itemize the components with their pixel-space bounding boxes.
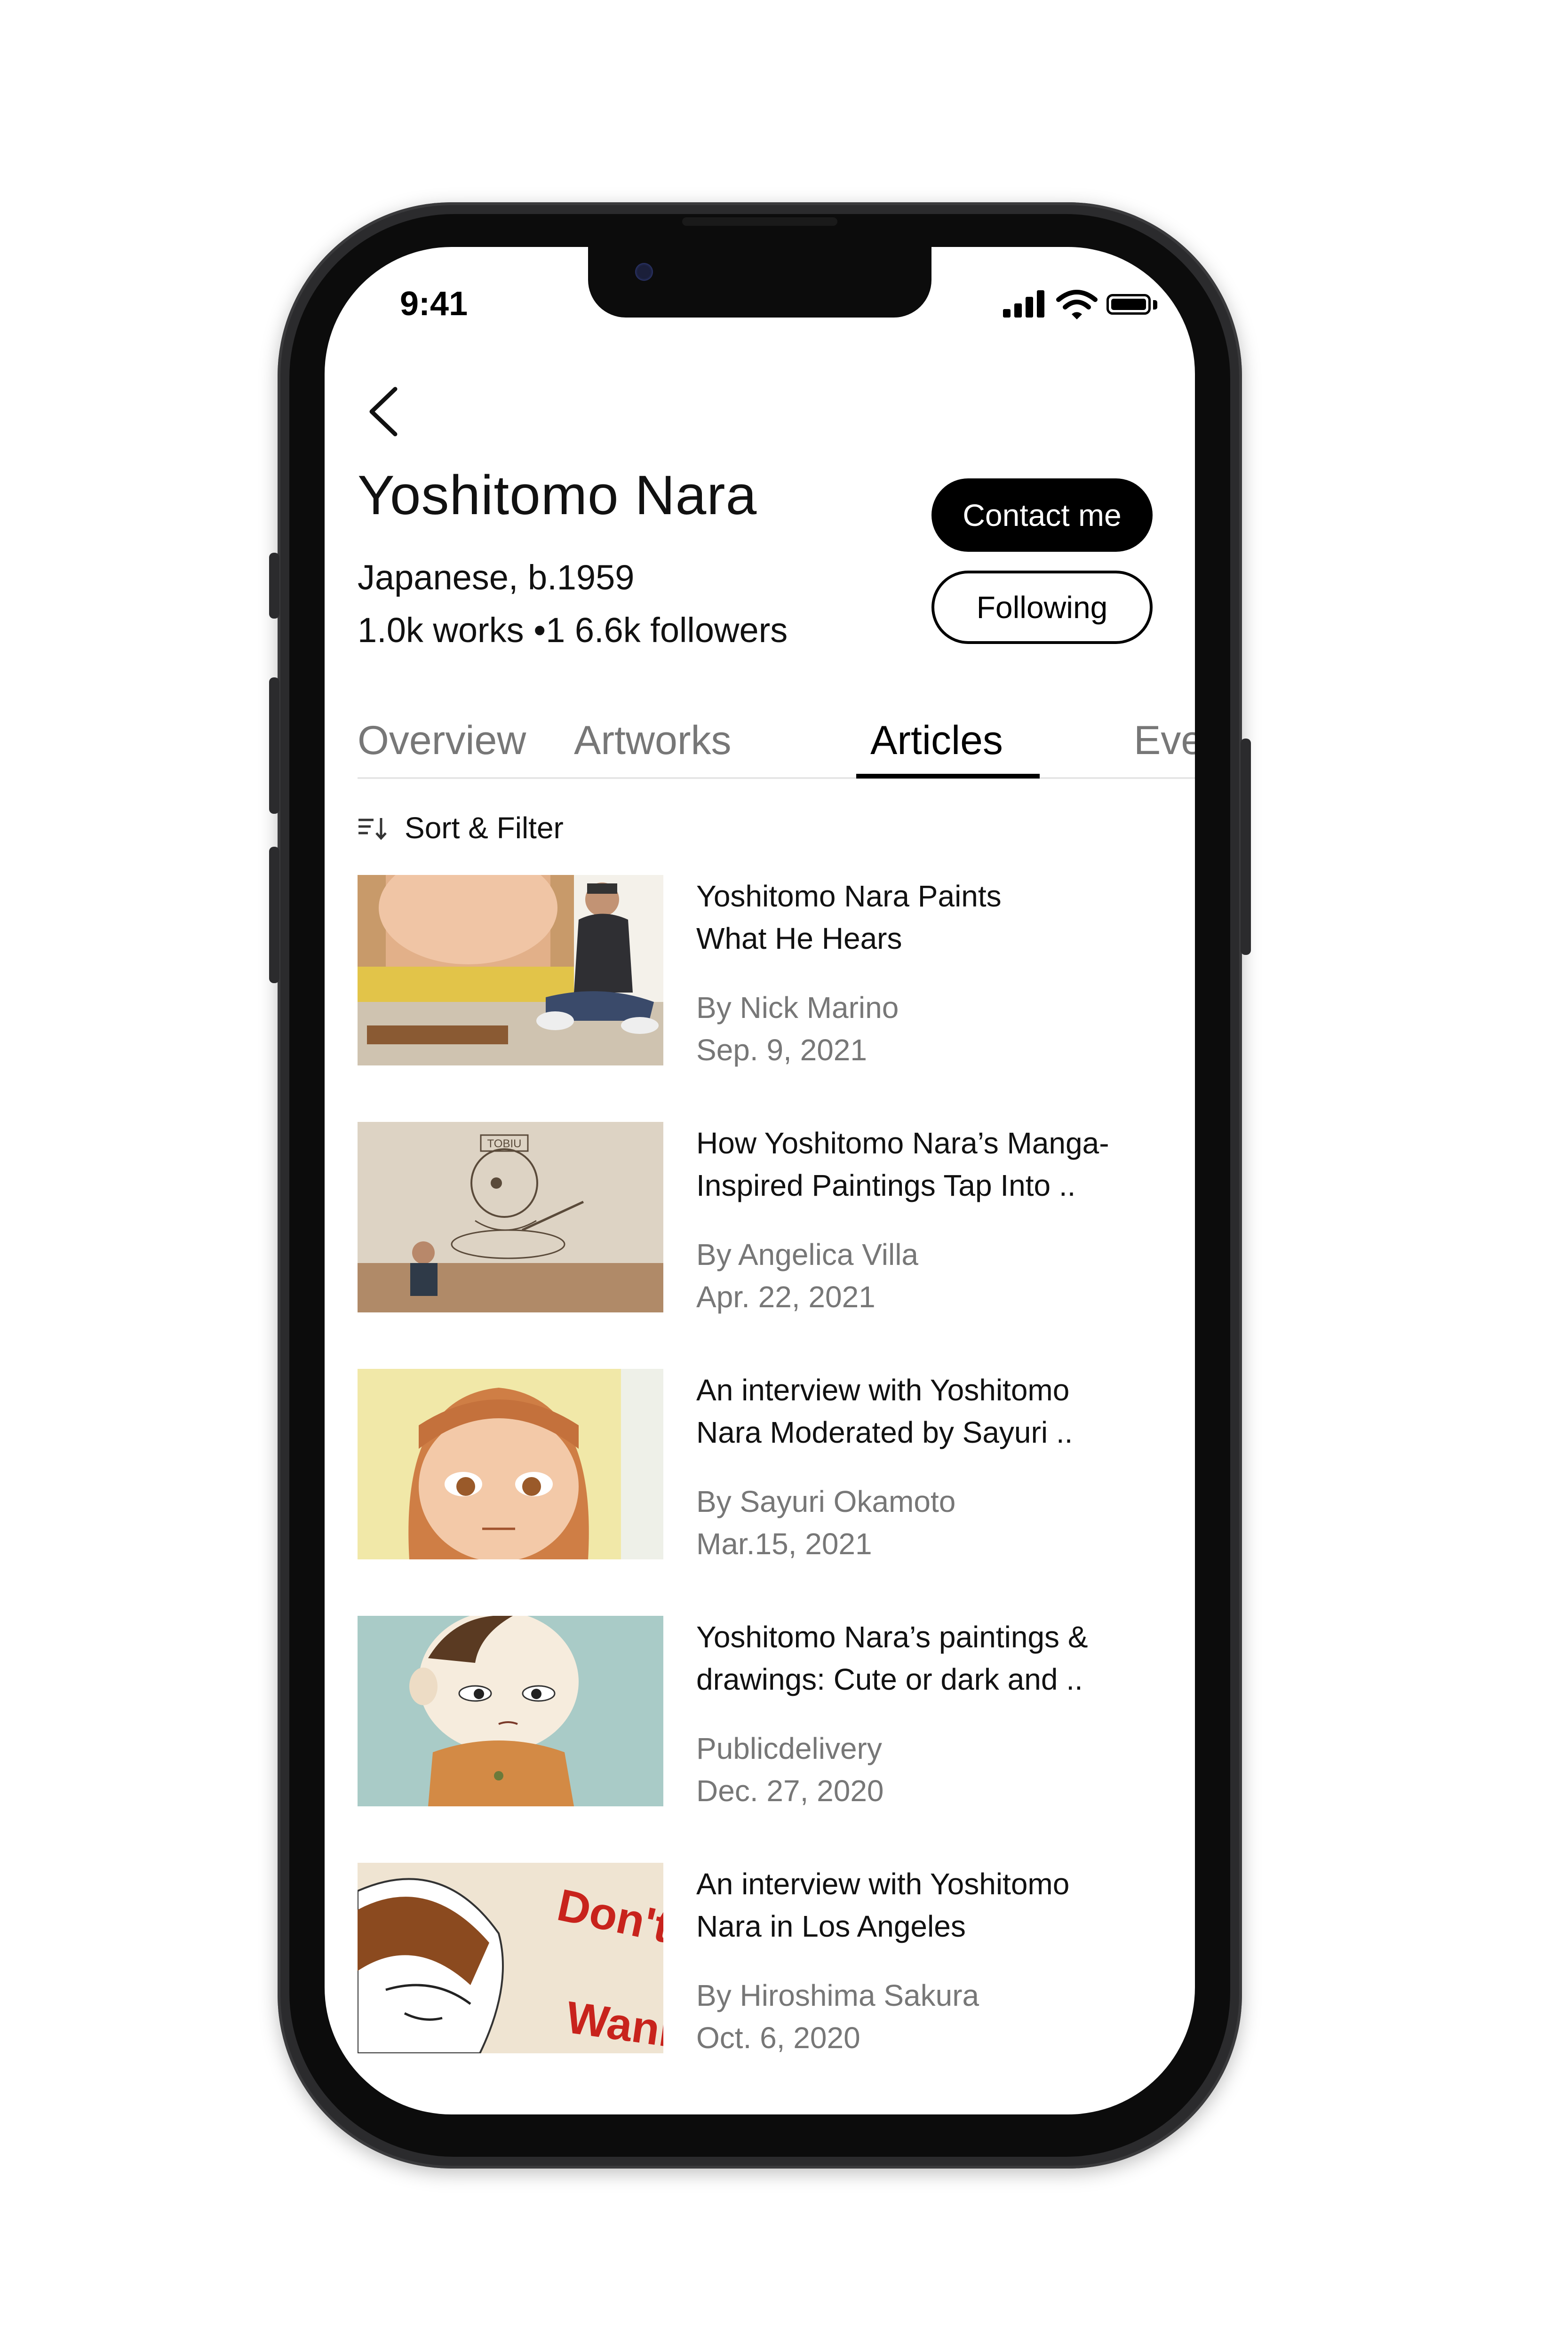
- thumbnail-sign-text: TOBIU: [487, 1137, 522, 1150]
- active-tab-indicator: [856, 774, 1040, 779]
- status-time: 9:41: [400, 285, 468, 323]
- article-thumbnail: Don't Wann: [358, 1863, 663, 2053]
- article-item[interactable]: Yoshitomo Nara’s paintings & drawings: C…: [358, 1616, 1195, 1813]
- cellular-signal-icon: [1003, 289, 1045, 318]
- article-title[interactable]: Yoshitomo Nara’s paintings & drawings: C…: [696, 1616, 1176, 1700]
- article-item[interactable]: Yoshitomo Nara Paints What He Hears By N…: [358, 875, 1195, 1073]
- article-date: Apr. 22, 2021: [696, 1280, 876, 1314]
- article-title[interactable]: An interview with Yoshitomo Nara in Los …: [696, 1863, 1176, 1947]
- tab-articles[interactable]: Articles: [870, 717, 1003, 764]
- tab-bar: Overview Artworks Articles Ever: [325, 699, 1195, 790]
- wifi-icon: [1056, 290, 1098, 319]
- front-camera-icon: [635, 263, 653, 281]
- tab-artworks[interactable]: Artworks: [574, 717, 731, 764]
- status-icons: [1003, 288, 1158, 321]
- power-button: [1241, 739, 1251, 955]
- article-date: Oct. 6, 2020: [696, 2021, 860, 2055]
- artist-name: Yoshitomo Nara: [358, 464, 757, 526]
- article-author: By Nick Marino: [696, 991, 899, 1025]
- following-button[interactable]: Following: [931, 571, 1153, 644]
- notch: [588, 247, 931, 318]
- tabs-divider: [358, 777, 1195, 779]
- article-author: Publicdelivery: [696, 1732, 882, 1765]
- back-button[interactable]: [358, 379, 409, 445]
- article-thumbnail: [358, 1369, 663, 1559]
- article-date: Sep. 9, 2021: [696, 1033, 867, 1067]
- sort-filter-button[interactable]: Sort & Filter: [358, 807, 564, 849]
- volume-down-button: [269, 847, 279, 983]
- phone-screen: 9:41 Yoshitomo Nara Japanese, b.1959 1.0…: [325, 247, 1195, 2114]
- chevron-left-icon: [369, 387, 398, 437]
- article-thumbnail: [358, 1616, 663, 1806]
- battery-icon: [1102, 288, 1158, 321]
- article-item[interactable]: TOBIU How Yoshitomo Nara’s Manga- Inspir…: [358, 1122, 1195, 1319]
- article-thumbnail: TOBIU: [358, 1122, 663, 1312]
- article-thumbnail: [358, 875, 663, 1065]
- article-author: By Hiroshima Sakura: [696, 1979, 979, 2012]
- article-title[interactable]: How Yoshitomo Nara’s Manga- Inspired Pai…: [696, 1122, 1176, 1207]
- article-title[interactable]: Yoshitomo Nara Paints What He Hears: [696, 875, 1176, 960]
- artist-nationality: Japanese, b.1959: [358, 558, 635, 597]
- contact-me-button[interactable]: Contact me: [931, 478, 1153, 552]
- article-item[interactable]: An interview with Yoshitomo Nara Moderat…: [358, 1369, 1195, 1566]
- tab-events[interactable]: Ever: [1134, 717, 1195, 764]
- volume-up-button: [269, 677, 279, 814]
- article-date: Mar.15, 2021: [696, 1527, 872, 1561]
- mute-switch: [269, 553, 279, 619]
- article-item[interactable]: Don't Wann An interview with Yoshitomo N…: [358, 1863, 1195, 2060]
- article-date: Dec. 27, 2020: [696, 1774, 884, 1808]
- tab-overview[interactable]: Overview: [358, 717, 526, 764]
- sort-icon: [358, 818, 387, 840]
- article-title[interactable]: An interview with Yoshitomo Nara Moderat…: [696, 1369, 1176, 1454]
- artist-stats: 1.0k works •1 6.6k followers: [358, 611, 788, 650]
- article-author: By Angelica Villa: [696, 1238, 918, 1271]
- speaker-slit: [682, 217, 837, 226]
- sort-filter-label: Sort & Filter: [405, 811, 564, 845]
- article-author: By Sayuri Okamoto: [696, 1485, 956, 1518]
